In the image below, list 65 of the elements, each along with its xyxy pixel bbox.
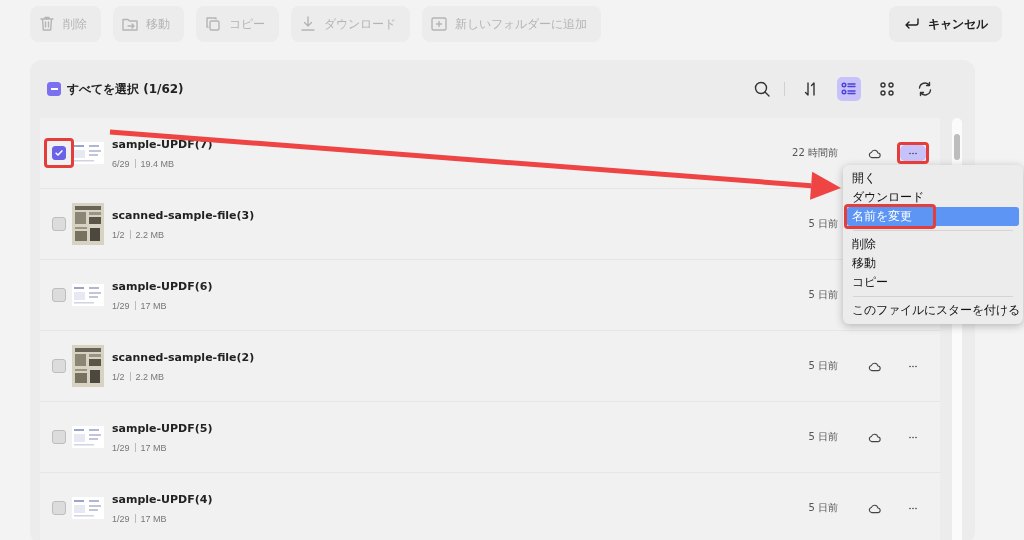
menu-item[interactable]: このファイルにスターを付ける bbox=[847, 301, 1019, 320]
download-icon bbox=[299, 15, 317, 33]
cloud-icon bbox=[868, 147, 881, 159]
modified-time: 5 日前 bbox=[808, 288, 838, 302]
menu-item[interactable]: コピー bbox=[847, 273, 1019, 292]
file-size: 17 MB bbox=[140, 442, 167, 453]
copy-icon bbox=[204, 15, 222, 33]
file-name: sample-UPDF(4) bbox=[112, 492, 213, 506]
file-size: 2.2 MB bbox=[135, 371, 165, 382]
file-size: 2.2 MB bbox=[135, 229, 165, 240]
checkmark-icon bbox=[54, 148, 64, 158]
checkbox[interactable] bbox=[52, 217, 66, 231]
page-count: 6/29 bbox=[112, 158, 130, 169]
file-size: 17 MB bbox=[140, 300, 167, 311]
checkbox[interactable] bbox=[52, 501, 66, 515]
file-size: 17 MB bbox=[140, 513, 167, 524]
file-name: scanned-sample-file(3) bbox=[112, 208, 255, 222]
ellipsis-icon bbox=[908, 364, 918, 368]
list-view-button[interactable] bbox=[837, 77, 861, 101]
page-count: 1/29 bbox=[112, 300, 130, 311]
modified-time: 22 時間前 bbox=[792, 146, 838, 160]
page-count: 1/2 bbox=[112, 371, 125, 382]
modified-time: 5 日前 bbox=[808, 217, 838, 231]
menu-item[interactable]: 削除 bbox=[847, 235, 1019, 254]
menu-item[interactable]: ダウンロード bbox=[847, 188, 1019, 207]
search-icon bbox=[753, 80, 771, 98]
file-thumbnail bbox=[72, 497, 104, 519]
checkbox[interactable] bbox=[52, 146, 66, 160]
file-thumbnail bbox=[72, 426, 104, 448]
page-count: 1/2 bbox=[112, 229, 125, 240]
checkbox[interactable] bbox=[52, 288, 66, 302]
file-thumbnail bbox=[72, 345, 104, 387]
page-count: 1/29 bbox=[112, 442, 130, 453]
highlight-box bbox=[44, 138, 74, 168]
ellipsis-icon bbox=[908, 151, 918, 155]
cloud-icon bbox=[868, 431, 881, 443]
menu-item[interactable]: 開く bbox=[847, 169, 1019, 188]
file-thumbnail bbox=[72, 284, 104, 306]
file-name: scanned-sample-file(2) bbox=[112, 350, 255, 364]
refresh-icon bbox=[916, 80, 934, 98]
file-thumbnail bbox=[72, 142, 104, 164]
grid-view-icon bbox=[878, 80, 896, 98]
highlight-box bbox=[897, 142, 929, 164]
cloud-icon bbox=[868, 360, 881, 372]
modified-time: 5 日前 bbox=[808, 430, 838, 444]
file-thumbnail bbox=[72, 203, 104, 245]
more-button[interactable] bbox=[900, 145, 926, 161]
file-name: sample-UPDF(5) bbox=[112, 421, 213, 435]
cloud-icon bbox=[868, 502, 881, 514]
menu-item[interactable]: 移動 bbox=[847, 254, 1019, 273]
file-name: sample-UPDF(6) bbox=[112, 279, 213, 293]
modified-time: 5 日前 bbox=[808, 359, 838, 373]
cancel-button[interactable]: キャンセル bbox=[889, 6, 1002, 42]
folder-plus-icon bbox=[430, 15, 448, 33]
page-count: 1/29 bbox=[112, 513, 130, 524]
ellipsis-icon bbox=[908, 435, 918, 439]
file-size: 19.4 MB bbox=[140, 158, 175, 169]
select-all-checkbox[interactable] bbox=[47, 82, 61, 96]
checkbox[interactable] bbox=[52, 359, 66, 373]
select-all-label: すべてを選択 (1/62) bbox=[67, 80, 184, 98]
file-name: sample-UPDF(7) bbox=[112, 137, 213, 151]
checkbox[interactable] bbox=[52, 430, 66, 444]
modified-time: 5 日前 bbox=[808, 501, 838, 515]
ellipsis-icon bbox=[908, 506, 918, 510]
trash-icon bbox=[38, 15, 56, 33]
